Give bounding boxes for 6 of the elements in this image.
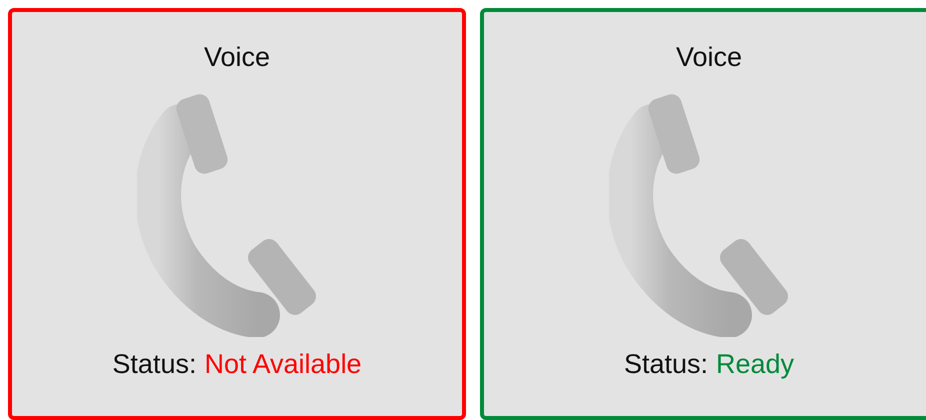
status-value: Not Available bbox=[204, 349, 362, 380]
status-value: Ready bbox=[716, 349, 794, 380]
card-title: Voice bbox=[676, 42, 742, 73]
status-label: Status: bbox=[112, 349, 196, 380]
status-label: Status: bbox=[624, 349, 708, 380]
card-title: Voice bbox=[204, 42, 270, 73]
